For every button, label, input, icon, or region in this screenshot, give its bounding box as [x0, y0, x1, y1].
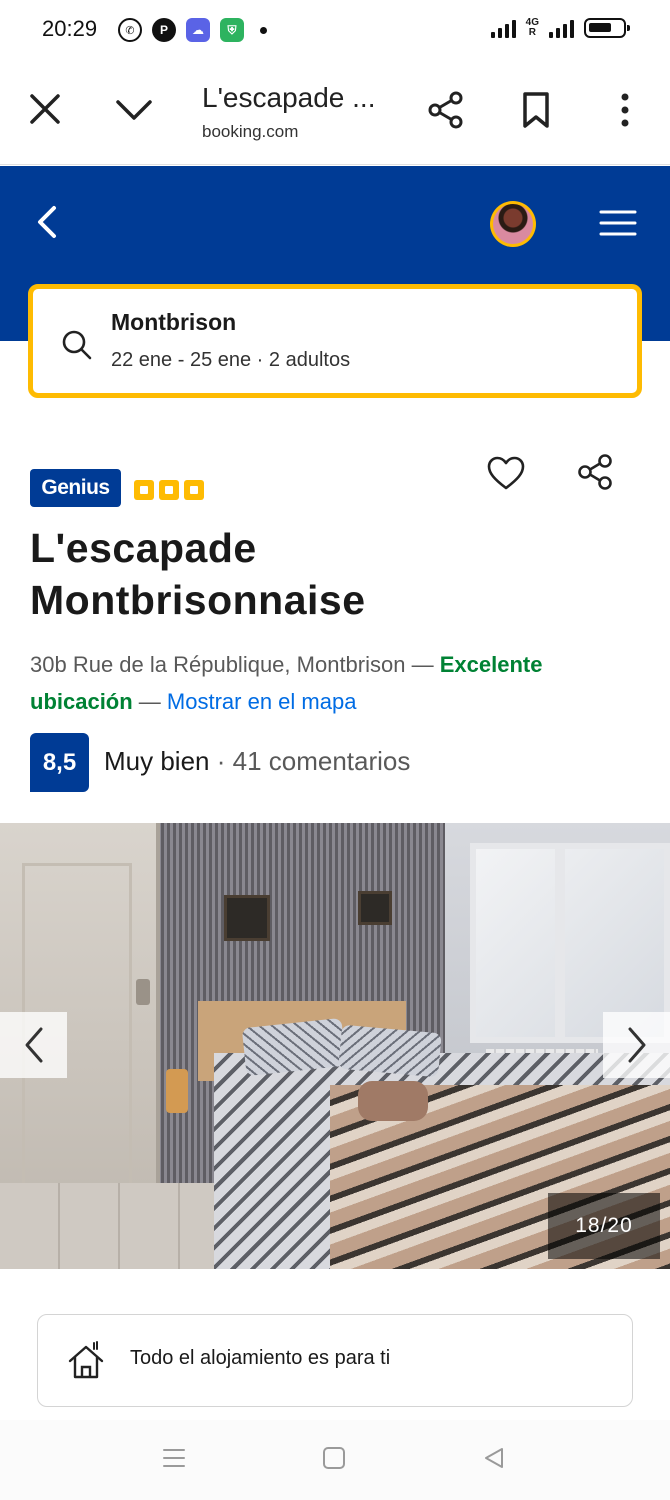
avatar-image — [493, 204, 533, 244]
shield-app-icon: ⛨ — [220, 18, 244, 42]
status-time: 20:29 — [42, 16, 98, 41]
photo-window-divider — [555, 843, 565, 1043]
chevron-left-icon — [25, 1027, 42, 1063]
show-on-map-link[interactable]: Mostrar en el mapa — [167, 689, 357, 714]
browser-page-title: L'escapade ... — [202, 82, 376, 113]
entire-place-card: Todo el alojamiento es para ti — [37, 1314, 633, 1407]
close-icon[interactable] — [26, 90, 64, 128]
property-title: L'escapade Montbrisonnaise — [30, 525, 366, 623]
rating-square-icon — [159, 480, 179, 500]
search-dates-guests: 22 ene - 25 ene · 2 adultos — [111, 349, 351, 371]
genius-badge: Genius — [30, 469, 121, 507]
p-app-icon: P — [152, 18, 176, 42]
photo-floor — [0, 1183, 240, 1269]
browser-domain: booking.com — [202, 122, 299, 141]
photo-pillow — [338, 1024, 442, 1078]
review-score-badge[interactable]: 8,5 — [30, 733, 89, 792]
gallery-prev-button[interactable] — [0, 1012, 67, 1078]
status-notification-icons: ✆ P ☁ ⛨ — [118, 18, 267, 42]
home-button-icon[interactable] — [323, 1447, 345, 1469]
review-separator: · — [209, 746, 233, 776]
gallery-next-button[interactable] — [603, 1012, 670, 1078]
back-arrow-icon[interactable] — [30, 202, 64, 242]
rating-square-icon — [184, 480, 204, 500]
property-address: 30b Rue de la République, Montbrison — [30, 652, 406, 677]
share-icon[interactable] — [426, 90, 466, 130]
avatar[interactable] — [490, 201, 536, 247]
share-icon[interactable] — [576, 452, 616, 492]
photo-wall-frame — [358, 891, 392, 925]
status-system-icons: 4G R — [490, 17, 630, 38]
gallery-counter: 18/20 — [548, 1193, 660, 1259]
signal-icon — [490, 18, 516, 38]
heart-icon[interactable] — [486, 454, 526, 494]
recent-apps-icon[interactable] — [162, 1446, 186, 1470]
status-bar: 20:29 ✆ P ☁ ⛨ 4G R — [0, 0, 670, 62]
photo-wall-frame — [224, 895, 270, 941]
whatsapp-icon: ✆ — [118, 18, 142, 42]
house-icon — [68, 1341, 104, 1379]
review-count: 41 comentarios — [232, 746, 411, 776]
search-destination: Montbrison — [111, 309, 237, 335]
hamburger-menu-icon[interactable] — [598, 206, 638, 240]
chevron-down-icon[interactable] — [112, 90, 156, 128]
chevron-right-icon — [628, 1027, 645, 1063]
bookmark-icon[interactable] — [518, 90, 554, 130]
browser-toolbar: L'escapade ... booking.com — [0, 62, 670, 165]
search-icon — [62, 330, 92, 360]
notification-dot — [260, 26, 267, 34]
quality-rating-squares — [134, 480, 204, 500]
search-summary-box[interactable]: Montbrison 22 ene - 25 ene · 2 adultos — [28, 284, 642, 398]
photo-lamp — [166, 1069, 188, 1113]
review-summary[interactable]: Muy bien · 41 comentarios — [104, 746, 410, 777]
address-separator: — — [405, 652, 440, 677]
back-triangle-icon[interactable] — [482, 1446, 506, 1470]
review-score-word: Muy bien — [104, 746, 210, 776]
battery-icon — [584, 18, 630, 38]
rating-square-icon — [134, 480, 154, 500]
cloud-app-icon: ☁ — [186, 18, 210, 42]
more-vert-icon[interactable] — [610, 92, 640, 128]
network-type: 4G R — [525, 17, 539, 38]
photo-door-handle — [136, 979, 150, 1005]
android-nav-bar — [0, 1420, 670, 1500]
entire-place-text: Todo el alojamiento es para ti — [130, 1347, 391, 1369]
property-address-block: 30b Rue de la République, Montbrison — E… — [30, 646, 640, 720]
property-photo-gallery[interactable]: 18/20 — [0, 823, 670, 1269]
address-separator: — — [132, 689, 167, 714]
photo-towel — [358, 1081, 428, 1121]
signal-icon-2 — [549, 18, 574, 38]
